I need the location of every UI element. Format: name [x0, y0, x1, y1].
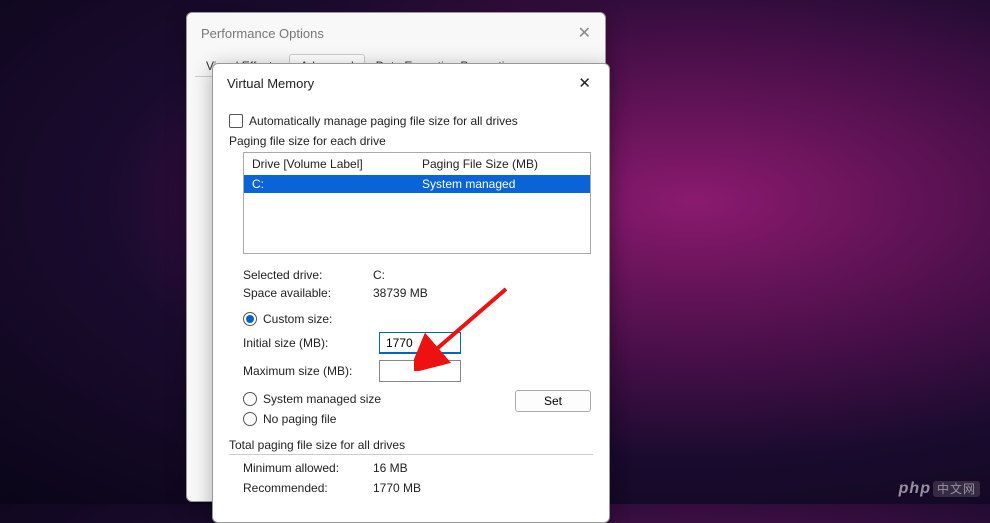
initial-size-input[interactable] — [379, 332, 461, 354]
set-button[interactable]: Set — [515, 390, 591, 412]
radio-icon[interactable] — [243, 312, 257, 326]
paging-group-label: Paging file size for each drive — [229, 134, 593, 148]
perf-title-text: Performance Options — [201, 26, 324, 41]
radio-system-label: System managed size — [263, 392, 381, 406]
total-group-label: Total paging file size for all drives — [229, 438, 593, 452]
divider — [229, 454, 593, 455]
space-value: 38739 MB — [373, 286, 428, 300]
drive-list-header: Drive [Volume Label] Paging File Size (M… — [244, 153, 590, 175]
initial-size-label: Initial size (MB): — [243, 336, 373, 350]
drive-row-drive: C: — [252, 177, 422, 191]
selected-drive-value: C: — [373, 268, 385, 282]
radio-custom-row[interactable]: Custom size: — [243, 312, 593, 326]
auto-manage-label: Automatically manage paging file size fo… — [249, 114, 518, 128]
radio-none-label: No paging file — [263, 412, 336, 426]
recommended-label: Recommended: — [243, 481, 373, 495]
radio-custom-label: Custom size: — [263, 312, 332, 326]
header-drive: Drive [Volume Label] — [252, 157, 422, 171]
virtual-memory-dialog: Virtual Memory ✕ Automatically manage pa… — [212, 63, 610, 523]
max-size-input[interactable] — [379, 360, 461, 382]
max-size-label: Maximum size (MB): — [243, 364, 373, 378]
radio-icon[interactable] — [243, 412, 257, 426]
checkbox-icon[interactable] — [229, 114, 243, 128]
drive-row[interactable]: C: System managed — [244, 175, 590, 193]
vm-title-text: Virtual Memory — [227, 76, 314, 91]
min-allowed-value: 16 MB — [373, 461, 408, 475]
watermark-suffix: 中文网 — [933, 481, 980, 497]
header-size: Paging File Size (MB) — [422, 157, 538, 171]
vm-titlebar: Virtual Memory ✕ — [213, 64, 609, 100]
drive-listbox[interactable]: Drive [Volume Label] Paging File Size (M… — [243, 152, 591, 254]
radio-icon[interactable] — [243, 392, 257, 406]
space-label: Space available: — [243, 286, 373, 300]
auto-manage-row[interactable]: Automatically manage paging file size fo… — [229, 114, 593, 128]
drive-row-size: System managed — [422, 177, 515, 191]
selected-drive-label: Selected drive: — [243, 268, 373, 282]
recommended-value: 1770 MB — [373, 481, 421, 495]
min-allowed-label: Minimum allowed: — [243, 461, 373, 475]
close-icon[interactable]: ✕ — [572, 72, 597, 94]
watermark: php中文网 — [899, 480, 980, 498]
close-icon[interactable]: ✕ — [578, 23, 591, 43]
perf-titlebar: Performance Options ✕ — [187, 13, 605, 53]
watermark-brand: php — [899, 480, 931, 497]
